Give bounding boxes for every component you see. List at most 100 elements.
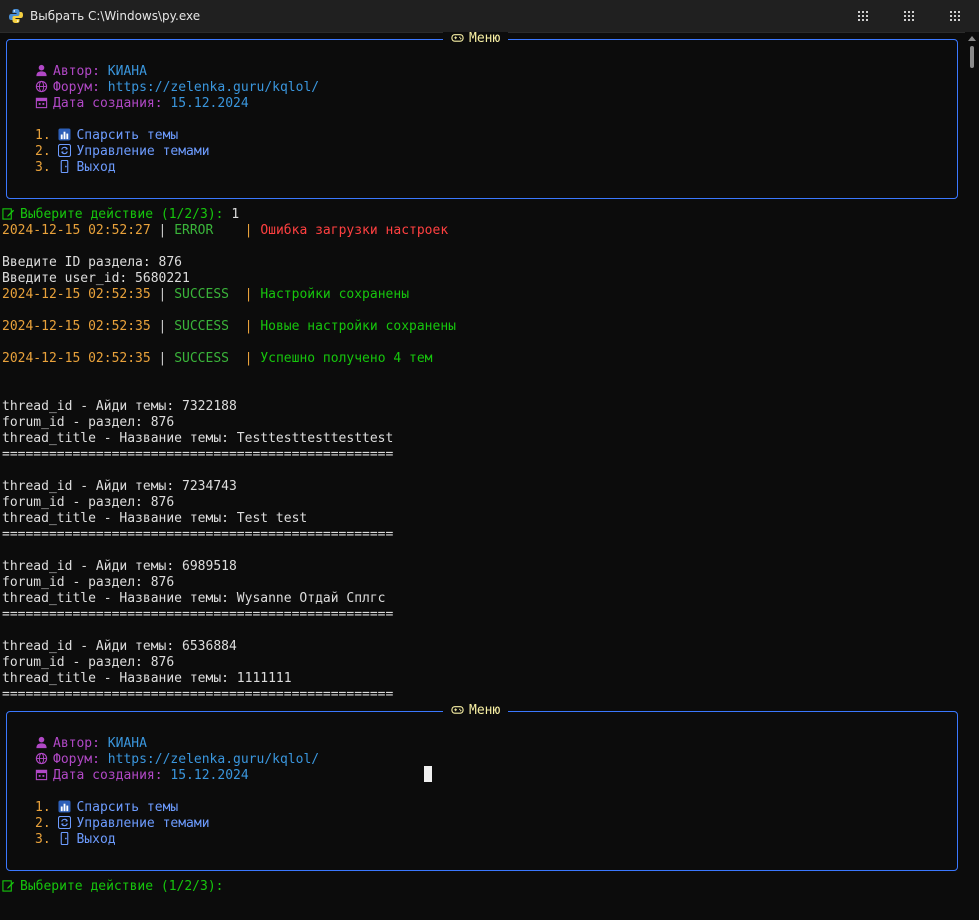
log-level: SUCCESS bbox=[174, 351, 229, 366]
menu-item-label: Выход bbox=[76, 160, 116, 175]
globe-icon bbox=[35, 752, 48, 765]
menu-item-number: 2. bbox=[35, 144, 51, 159]
minimize-icon bbox=[858, 10, 868, 21]
menu-item-number: 2. bbox=[35, 816, 51, 831]
log-level: SUCCESS bbox=[174, 287, 229, 302]
door-icon bbox=[61, 160, 69, 173]
separator: ========================================… bbox=[2, 447, 394, 462]
log-line: 2024-12-15 02:52:35 | SUCCESS | Новые на… bbox=[2, 319, 456, 334]
maximize-button[interactable] bbox=[886, 0, 932, 32]
edit-icon bbox=[2, 208, 15, 220]
edit-icon bbox=[2, 880, 15, 892]
separator: ========================================… bbox=[2, 527, 394, 542]
forum-label: Форум: bbox=[53, 80, 100, 95]
log-timestamp: 2024-12-15 02:52:35 bbox=[2, 351, 151, 366]
log-message: Успешно получено 4 тем bbox=[260, 351, 433, 366]
date-line: Дата создания: 15.12.2024 bbox=[35, 96, 249, 112]
menu-item-label: Спарсить темы bbox=[76, 800, 179, 815]
refresh-icon bbox=[58, 816, 72, 829]
thread-title-line: thread_title - Название темы: 1111111 bbox=[2, 671, 292, 686]
menu-title-text: Меню bbox=[469, 703, 501, 718]
menu-item-parse[interactable]: 1. Спарсить темы bbox=[35, 800, 178, 816]
date-line: Дата создания: 15.12.2024 bbox=[35, 768, 249, 784]
menu-item-manage[interactable]: 2. Управление темами bbox=[35, 144, 210, 160]
menu-panel: Меню Автор: КИАНА Форум: https://zelenka… bbox=[6, 703, 958, 871]
date-label: Дата создания: bbox=[53, 96, 163, 111]
menu-item-number: 1. bbox=[35, 128, 51, 143]
date-value: 15.12.2024 bbox=[170, 768, 249, 783]
log-message: Новые настройки сохранены bbox=[260, 319, 456, 334]
thread-title-line: thread_title - Название темы: Wysanne От… bbox=[2, 591, 386, 606]
text-cursor bbox=[424, 766, 432, 782]
thread-title-line: thread_title - Название темы: Testtestte… bbox=[2, 431, 394, 446]
forum-label: Форум: bbox=[53, 752, 100, 767]
date-value: 15.12.2024 bbox=[170, 96, 249, 111]
forum-line: Форум: https://zelenka.guru/kqlol/ bbox=[35, 80, 319, 96]
minimize-button[interactable] bbox=[840, 0, 886, 32]
prompt-text: Выберите действие (1/2/3): bbox=[20, 207, 224, 222]
menu-item-number: 3. bbox=[35, 832, 51, 847]
scrollbar[interactable] bbox=[965, 32, 979, 920]
close-icon bbox=[950, 10, 960, 21]
menu-item-label: Выход bbox=[76, 832, 116, 847]
thread-id-line: thread_id - Айди темы: 7322188 bbox=[2, 399, 237, 414]
author-value: КИАНА bbox=[107, 64, 147, 79]
close-button[interactable] bbox=[932, 0, 978, 32]
thread-forum-line: forum_id - раздел: 876 bbox=[2, 655, 175, 670]
author-value: КИАНА bbox=[107, 736, 147, 751]
thread-id-line: thread_id - Айди темы: 7234743 bbox=[2, 479, 237, 494]
log-line: 2024-12-15 02:52:27 | ERROR | Ошибка заг… bbox=[2, 223, 449, 238]
log-line: 2024-12-15 02:52:35 | SUCCESS | Успешно … bbox=[2, 351, 433, 366]
forum-link[interactable]: https://zelenka.guru/kqlol/ bbox=[108, 80, 319, 95]
bar-chart-icon bbox=[58, 128, 72, 141]
log-timestamp: 2024-12-15 02:52:35 bbox=[2, 287, 151, 302]
gamepad-icon bbox=[451, 34, 464, 42]
log-timestamp: 2024-12-15 02:52:27 bbox=[2, 223, 151, 238]
menu-item-label: Управление темами bbox=[76, 816, 210, 831]
gamepad-icon bbox=[451, 706, 464, 714]
log-level: SUCCESS bbox=[174, 319, 229, 334]
globe-icon bbox=[35, 80, 48, 93]
menu-title: Меню bbox=[443, 32, 509, 47]
log-line: 2024-12-15 02:52:35 | SUCCESS | Настройк… bbox=[2, 287, 410, 302]
user-id-input: Введите user_id: 5680221 bbox=[2, 271, 190, 286]
forum-line: Форум: https://zelenka.guru/kqlol/ bbox=[35, 752, 319, 768]
user-icon bbox=[36, 64, 47, 77]
forum-link[interactable]: https://zelenka.guru/kqlol/ bbox=[108, 752, 319, 767]
prompt-text: Выберите действие (1/2/3): bbox=[20, 879, 224, 894]
scrollbar-thumb[interactable] bbox=[970, 46, 974, 68]
log-message: Настройки сохранены bbox=[260, 287, 410, 302]
maximize-icon bbox=[904, 10, 914, 21]
author-line: Автор: КИАНА bbox=[35, 736, 147, 752]
menu-item-number: 3. bbox=[35, 160, 51, 175]
log-level: ERROR bbox=[174, 223, 229, 238]
date-label: Дата создания: bbox=[53, 768, 163, 783]
prompt-answer[interactable]: 1 bbox=[231, 207, 239, 222]
menu-item-label: Спарсить темы bbox=[76, 128, 179, 143]
action-prompt[interactable]: Выберите действие (1/2/3): bbox=[2, 879, 224, 895]
author-label: Автор: bbox=[53, 64, 100, 79]
user-icon bbox=[36, 736, 47, 749]
scroll-up-arrow-icon[interactable] bbox=[968, 36, 976, 41]
section-id-input: Введите ID раздела: 876 bbox=[2, 255, 183, 270]
bar-chart-icon bbox=[58, 800, 72, 813]
action-prompt: Выберите действие (1/2/3): 1 bbox=[2, 207, 239, 223]
title-bar[interactable]: Выбрать C:\Windows\py.exe bbox=[0, 0, 979, 33]
menu-item-exit[interactable]: 3. Выход bbox=[35, 832, 116, 848]
menu-item-parse[interactable]: 1. Спарсить темы bbox=[35, 128, 178, 144]
refresh-icon bbox=[58, 144, 72, 157]
door-icon bbox=[61, 832, 69, 845]
log-message: Ошибка загрузки настроек bbox=[260, 223, 449, 238]
separator: ========================================… bbox=[2, 607, 394, 622]
thread-id-line: thread_id - Айди темы: 6989518 bbox=[2, 559, 237, 574]
terminal-output[interactable]: Меню Автор: КИАНА Форум: https://zelenka… bbox=[2, 32, 962, 920]
calendar-icon bbox=[35, 97, 48, 109]
menu-item-exit[interactable]: 3. Выход bbox=[35, 160, 116, 176]
thread-forum-line: forum_id - раздел: 876 bbox=[2, 575, 175, 590]
menu-panel: Меню Автор: КИАНА Форум: https://zelenka… bbox=[6, 32, 958, 199]
calendar-icon bbox=[35, 769, 48, 781]
thread-title-line: thread_title - Название темы: Test test bbox=[2, 511, 308, 526]
menu-item-manage[interactable]: 2. Управление темами bbox=[35, 816, 210, 832]
menu-title-text: Меню bbox=[469, 32, 501, 46]
log-timestamp: 2024-12-15 02:52:35 bbox=[2, 319, 151, 334]
